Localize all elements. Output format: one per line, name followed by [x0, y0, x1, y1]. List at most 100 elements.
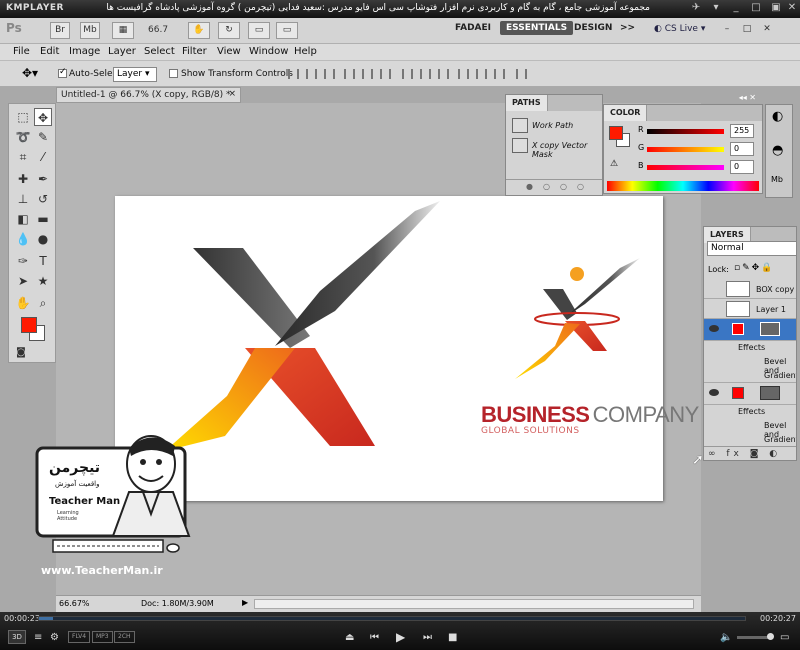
horizontal-scrollbar[interactable] — [254, 599, 694, 609]
eraser-tool-icon[interactable]: ◧ — [14, 210, 32, 228]
volume-knob[interactable] — [767, 633, 774, 640]
channel-r-slider[interactable] — [647, 129, 724, 134]
distribute-right-icon[interactable] — [494, 69, 505, 79]
distribute-vcenter-icon[interactable] — [420, 69, 431, 79]
hand-tool-icon[interactable]: ✋ — [14, 294, 32, 312]
channel-g-input[interactable]: 0 — [730, 142, 754, 156]
workspace-design[interactable]: DESIGN — [574, 23, 612, 33]
move-tool-preset-icon[interactable]: ✥▾ — [22, 66, 38, 80]
view-extras-button[interactable]: ▦ — [112, 22, 134, 39]
gradient-tool-icon[interactable]: ▬ — [34, 210, 52, 228]
quick-select-tool-icon[interactable]: ✎ — [34, 128, 52, 146]
menu-filter[interactable]: Filter — [182, 46, 207, 57]
screen-mode-button[interactable]: ▭ — [276, 22, 298, 39]
brush-tool-icon[interactable]: ✒ — [34, 170, 52, 188]
lock-icons[interactable]: ▫✎✥🔒 — [734, 263, 774, 273]
menu-select[interactable]: Select — [144, 46, 175, 57]
color-tab[interactable]: COLOR — [604, 105, 648, 121]
next-icon[interactable]: ⏭ — [423, 632, 432, 643]
path-item-work-path[interactable]: Work Path — [510, 117, 602, 135]
move-tool-icon[interactable]: ✥ — [34, 108, 52, 126]
dodge-tool-icon[interactable]: ● — [34, 230, 52, 248]
menu-view[interactable]: View — [217, 46, 241, 57]
effect-bevel-row[interactable]: Bevel and — [704, 355, 796, 375]
menu-layer[interactable]: Layer — [108, 46, 136, 57]
3d-button[interactable]: 3D — [8, 630, 26, 644]
auto-align-icon[interactable] — [516, 69, 527, 79]
path-select-tool-icon[interactable]: ➤ — [14, 272, 32, 290]
paths-tab[interactable]: PATHS — [506, 95, 548, 111]
visibility-eye-icon[interactable] — [709, 389, 719, 396]
workspace-essentials[interactable]: ESSENTIALS — [500, 21, 574, 35]
minibridge-icon[interactable]: Mb — [771, 175, 783, 184]
effect-gradient-row-2[interactable]: Gradient — [704, 433, 796, 447]
menu-window[interactable]: Window — [249, 46, 288, 57]
stop-icon[interactable]: ■ — [448, 632, 457, 643]
pen-tool-icon[interactable]: ✑ — [14, 252, 32, 270]
menu-edit[interactable]: Edit — [40, 46, 59, 57]
quick-mask-icon[interactable]: ◙ — [12, 344, 30, 362]
bridge-button[interactable]: Br — [50, 22, 70, 39]
marquee-tool-icon[interactable]: ⬚ — [14, 108, 32, 126]
type-tool-icon[interactable]: T — [34, 252, 52, 270]
arrange-docs-button[interactable]: ▭ — [248, 22, 270, 39]
menu-image[interactable]: Image — [69, 46, 100, 57]
seek-bar[interactable] — [38, 616, 746, 621]
eyedropper-tool-icon[interactable]: ⁄ — [34, 148, 52, 166]
layers-footer-icons[interactable]: ∞ fx ◙ ◐ — [704, 446, 796, 460]
document-tab[interactable]: Untitled-1 @ 66.7% (X copy, RGB/8) * × — [56, 87, 241, 103]
rotate-view-button[interactable]: ↻ — [218, 22, 240, 39]
play-icon[interactable]: ▶ — [396, 630, 405, 644]
maximize-button[interactable]: □ — [748, 2, 764, 15]
effects-row-2[interactable]: Effects — [704, 405, 796, 419]
align-vcenter-icon[interactable] — [306, 69, 317, 79]
channel-b-slider[interactable] — [647, 165, 724, 170]
effects-row[interactable]: Effects — [704, 341, 796, 355]
fullscreen-toggle-icon[interactable]: ▭ — [780, 632, 789, 643]
pin-icon[interactable]: ✈ — [688, 2, 704, 15]
previous-icon[interactable]: ⏮ — [370, 632, 379, 643]
align-hcenter-icon[interactable] — [362, 69, 373, 79]
distribute-bottom-icon[interactable] — [438, 69, 449, 79]
color-swatches[interactable] — [21, 317, 45, 341]
distribute-left-icon[interactable] — [458, 69, 469, 79]
color-fg-swatch[interactable] — [609, 126, 623, 140]
settings-gear-icon[interactable]: ⚙ — [50, 632, 59, 643]
layer-row-x-copy[interactable] — [704, 319, 796, 341]
workspace-fadaei[interactable]: FADAEI — [455, 23, 491, 33]
settings-icon[interactable]: ▾ — [708, 2, 724, 15]
distribute-hcenter-icon[interactable] — [476, 69, 487, 79]
color-spectrum-ramp[interactable] — [607, 181, 759, 191]
shape-tool-icon[interactable]: ★ — [34, 272, 52, 290]
fullscreen-button[interactable]: ▣ — [768, 2, 784, 15]
lasso-tool-icon[interactable]: ➰ — [14, 128, 32, 146]
playlist-icon[interactable]: ≡ — [34, 632, 42, 643]
layer-row-layer-1[interactable]: Layer 1 — [704, 299, 796, 319]
volume-icon[interactable]: 🔈 — [720, 632, 732, 643]
channel-g-slider[interactable] — [647, 147, 724, 152]
adjustments-icon[interactable]: ◐ — [772, 109, 783, 124]
minibridge-button[interactable]: Mb — [80, 22, 100, 39]
ps-close-button[interactable]: ✕ — [760, 22, 774, 39]
align-bottom-icon[interactable] — [324, 69, 335, 79]
document-canvas[interactable]: BUSINESS COMPANY GLOBAL SOLUTIONS — [115, 196, 699, 501]
auto-select-dropdown[interactable]: Layer ▾ — [113, 67, 157, 82]
panel-collapse-icon[interactable]: ◂◂ ✕ — [739, 93, 756, 102]
stamp-tool-icon[interactable]: ⊥ — [14, 190, 32, 208]
volume-slider[interactable] — [737, 633, 774, 640]
layer-row-box-copy[interactable]: BOX copy — [704, 279, 796, 299]
more-workspaces-button[interactable]: >> — [620, 23, 635, 33]
align-right-icon[interactable] — [380, 69, 391, 79]
path-item-vector-mask[interactable]: X copy Vector Mask — [510, 137, 602, 159]
hand-tool-button[interactable]: ✋ — [188, 22, 210, 39]
zoom-level[interactable]: 66.7 — [148, 25, 168, 35]
zoom-tool-icon[interactable]: ⌕ — [34, 294, 52, 312]
history-brush-icon[interactable]: ↺ — [34, 190, 52, 208]
menu-help[interactable]: Help — [294, 46, 317, 57]
ps-restore-button[interactable]: □ — [740, 22, 754, 39]
auto-select-checkbox[interactable] — [58, 67, 67, 78]
layer-row-x[interactable] — [704, 383, 796, 405]
minimize-button[interactable]: _ — [728, 2, 744, 15]
blur-tool-icon[interactable]: 💧 — [14, 230, 32, 248]
cs-live-button[interactable]: ◐ CS Live ▾ — [654, 24, 705, 34]
